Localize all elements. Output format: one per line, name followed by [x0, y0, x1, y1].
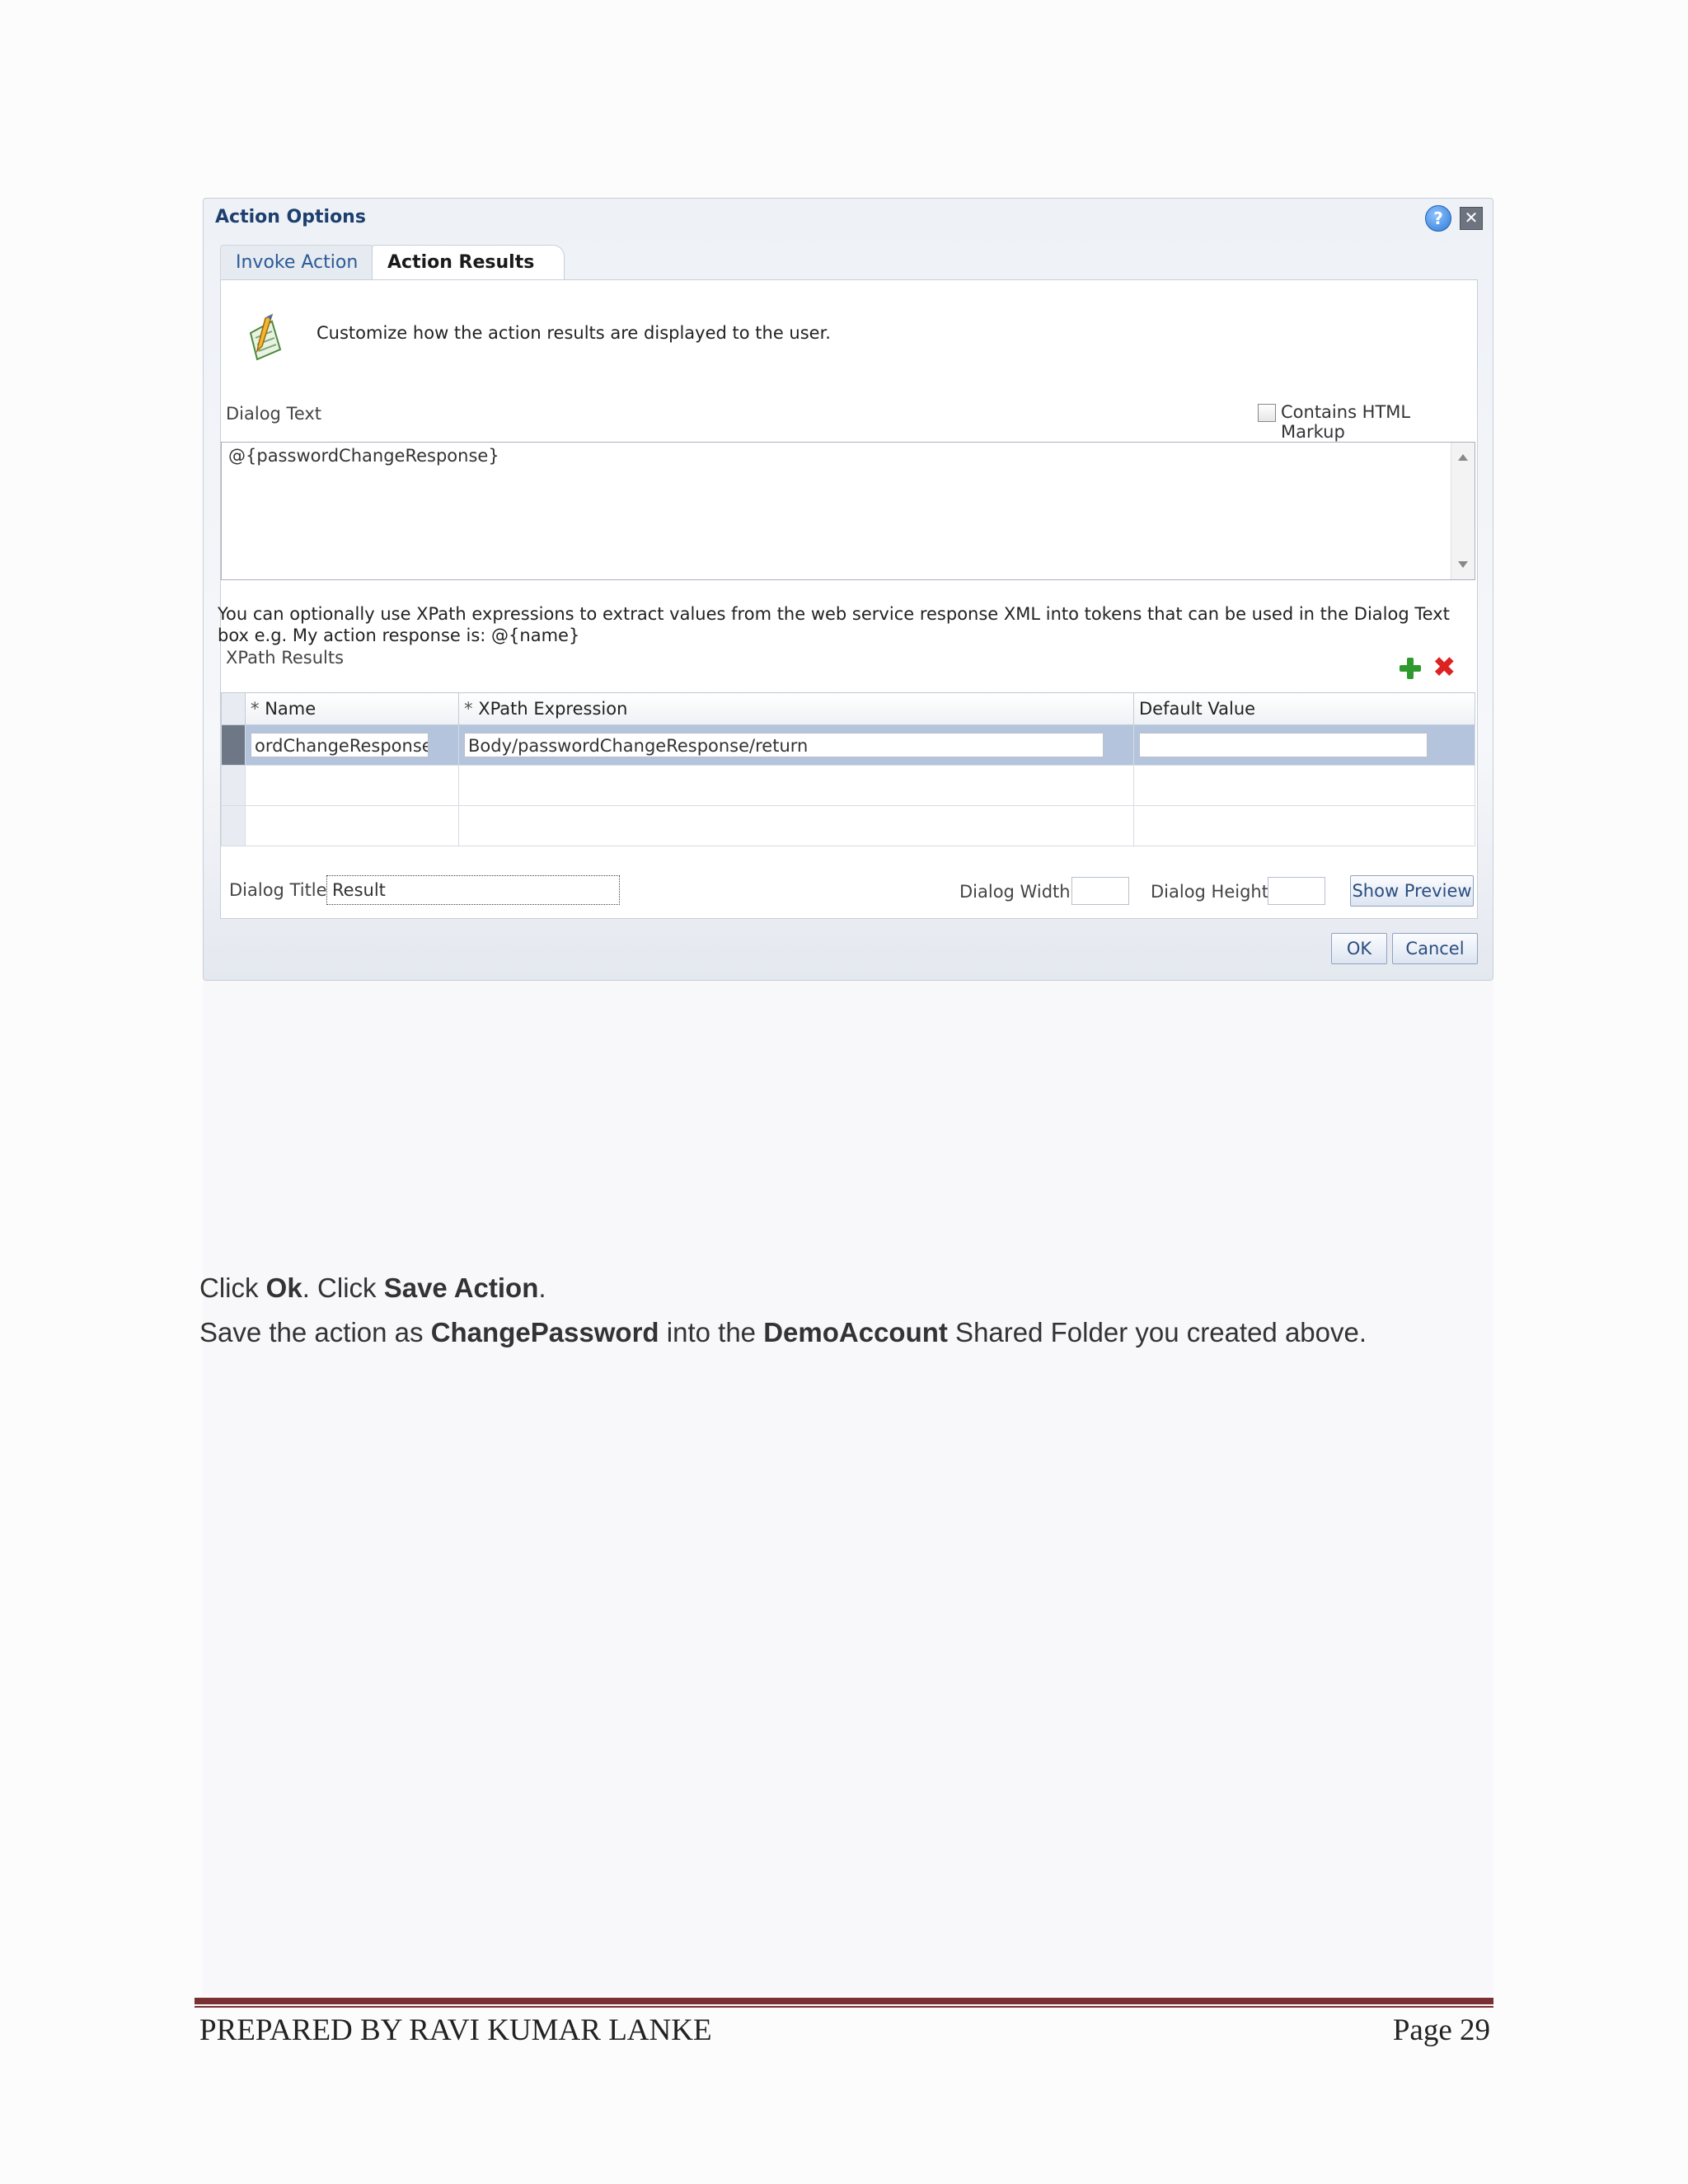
table-row[interactable]	[221, 805, 1475, 846]
required-mark: *	[251, 699, 260, 719]
footer-rule-thin	[195, 2006, 1493, 2008]
empty-cell	[458, 805, 1134, 846]
name-cell: ordChangeResponse	[245, 724, 459, 766]
row-selector[interactable]	[221, 724, 246, 766]
action-results-panel: Customize how the action results are dis…	[218, 279, 1478, 919]
changepassword-keyword: ChangePassword	[430, 1317, 659, 1347]
contains-html-label: Contains HTML Markup	[1281, 402, 1411, 442]
delete-row-icon[interactable]: ✖	[1432, 654, 1456, 682]
ok-button[interactable]: OK	[1331, 933, 1387, 964]
column-header-name[interactable]: * Name	[245, 692, 459, 725]
page-shade	[203, 981, 1493, 1994]
dialog-height-label: Dialog Height	[1151, 882, 1268, 902]
column-header-name-label: Name	[265, 699, 316, 719]
text: .	[538, 1272, 546, 1303]
empty-cell	[1133, 765, 1475, 806]
save-action-keyword: Save Action	[383, 1272, 539, 1303]
footer-page-number: Page 29	[1392, 2013, 1490, 2047]
dialog-text-value: @{passwordChangeResponse}	[228, 446, 499, 466]
dialog-width-input[interactable]	[1071, 877, 1129, 905]
tab-action-results[interactable]: Action Results	[372, 245, 565, 280]
table-row[interactable]: ordChangeResponse Body/passwordChangeRes…	[221, 724, 1475, 766]
column-header-xpath-label: XPath Expression	[478, 699, 628, 719]
default-value-input[interactable]	[1139, 733, 1428, 757]
table-header-row: * Name * XPath Expression Default Value	[221, 692, 1475, 725]
dialog-title-label: Dialog Title	[229, 880, 327, 900]
close-icon[interactable]: ✕	[1460, 207, 1483, 230]
scroll-up-icon[interactable]	[1458, 454, 1468, 461]
dialog-title: Action Options	[215, 207, 366, 227]
default-cell	[1133, 724, 1475, 766]
demoaccount-keyword: DemoAccount	[763, 1317, 948, 1347]
column-header-default[interactable]: Default Value	[1133, 692, 1475, 725]
show-preview-button[interactable]: Show Preview	[1350, 875, 1474, 907]
dialog-width-label: Dialog Width	[959, 882, 1071, 902]
scrollbar[interactable]	[1451, 443, 1475, 579]
cancel-button[interactable]: Cancel	[1392, 933, 1478, 964]
xpath-info-text: You can optionally use XPath expressions…	[218, 604, 1450, 645]
row-header-cell	[221, 692, 246, 725]
text: Click	[199, 1272, 266, 1303]
dialog-height-input[interactable]	[1268, 877, 1325, 905]
footer-author: PREPARED BY RAVI KUMAR LANKE	[199, 2013, 712, 2047]
row-selector[interactable]	[221, 765, 246, 806]
text: Shared Folder you created above.	[947, 1317, 1367, 1347]
row-selector[interactable]	[221, 805, 246, 846]
text: . Click	[302, 1272, 384, 1303]
xpath-results-table: * Name * XPath Expression Default Value …	[221, 692, 1475, 846]
empty-cell	[245, 765, 459, 806]
required-mark: *	[464, 699, 473, 719]
contains-html-checkbox[interactable]	[1258, 404, 1276, 422]
xpath-input[interactable]: Body/passwordChangeResponse/return	[464, 733, 1104, 757]
empty-cell	[1133, 805, 1475, 846]
action-options-dialog: Action Options ? ✕ Invoke Action Action …	[203, 198, 1493, 981]
empty-cell	[458, 765, 1134, 806]
xpath-results-label: XPath Results	[226, 648, 345, 668]
instruction-line-1: Click Ok. Click Save Action.	[199, 1272, 546, 1304]
ok-keyword: Ok	[265, 1272, 302, 1303]
help-icon[interactable]: ?	[1425, 205, 1451, 232]
column-header-xpath[interactable]: * XPath Expression	[458, 692, 1134, 725]
edit-pen-icon	[249, 313, 282, 361]
xpath-cell: Body/passwordChangeResponse/return	[458, 724, 1134, 766]
footer-rule	[195, 1998, 1493, 2004]
dialog-text-label: Dialog Text	[226, 404, 322, 424]
intro-text: Customize how the action results are dis…	[316, 323, 831, 343]
name-input[interactable]: ordChangeResponse	[251, 733, 429, 757]
table-row[interactable]	[221, 765, 1475, 806]
add-row-icon[interactable]	[1398, 656, 1423, 681]
instruction-line-2: Save the action as ChangePassword into t…	[199, 1317, 1367, 1348]
text: into the	[659, 1317, 764, 1347]
dialog-title-input[interactable]: Result	[326, 875, 620, 905]
empty-cell	[245, 805, 459, 846]
dialog-text-area[interactable]: @{passwordChangeResponse}	[221, 442, 1475, 580]
tab-invoke-action[interactable]: Invoke Action	[220, 245, 374, 280]
scroll-down-icon[interactable]	[1458, 561, 1468, 568]
text: Save the action as	[199, 1317, 431, 1347]
